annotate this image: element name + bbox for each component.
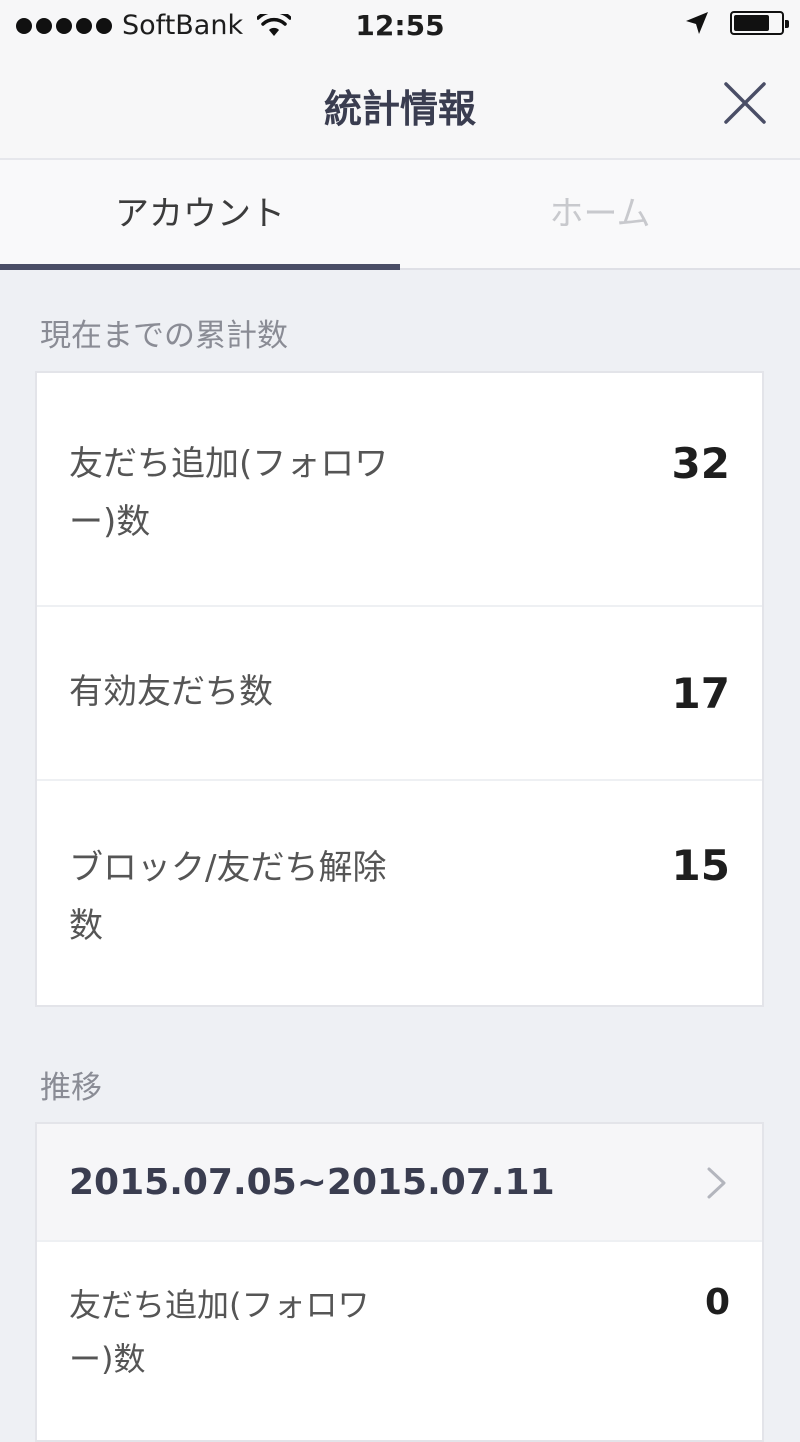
trend-value: 0 — [704, 1282, 730, 1323]
stat-label: ブロック/友だち解除数 — [69, 848, 387, 946]
battery-level — [734, 15, 769, 31]
trend-heading: 推移 — [40, 1070, 102, 1106]
trend-card: 2015.07.05~2015.07.11 友だち追加(フォロワー)数 0 — [35, 1122, 764, 1442]
page-title: 統計情報 — [323, 87, 476, 131]
cumulative-heading: 現在までの累計数 — [40, 318, 288, 354]
stat-value: 32 — [671, 439, 730, 488]
trend-label: 友だち追加(フォロワー)数 — [69, 1286, 370, 1378]
stat-label: 有効友だち数 — [69, 672, 273, 712]
stat-label: 友だち追加(フォロワー)数 — [69, 444, 389, 542]
date-range: 2015.07.05~2015.07.11 — [69, 1162, 555, 1203]
navigation-bar: 統計情報 — [0, 52, 800, 160]
cumulative-card: 友だち追加(フォロワー)数 32 有効友だち数 17 ブロック/友だち解除数 1… — [35, 371, 764, 1007]
close-icon[interactable] — [720, 78, 770, 128]
stat-value: 17 — [671, 669, 730, 718]
trend-row-followers: 友だち追加(フォロワー)数 0 — [37, 1242, 762, 1412]
stat-row-blocked: ブロック/友だち解除数 15 — [37, 781, 762, 1009]
status-bar: SoftBank 12:55 — [0, 0, 800, 52]
stat-value: 15 — [671, 841, 730, 890]
tab-account-label: アカウント — [115, 194, 285, 234]
tab-home-label: ホーム — [549, 194, 651, 234]
stat-row-followers: 友だち追加(フォロワー)数 32 — [37, 373, 762, 607]
status-right — [684, 10, 789, 36]
stat-row-active-friends: 有効友だち数 17 — [37, 607, 762, 781]
battery-icon — [730, 11, 789, 35]
status-time: 12:55 — [355, 9, 445, 42]
tab-bar: アカウント ホーム — [0, 160, 800, 270]
date-range-row[interactable]: 2015.07.05~2015.07.11 — [37, 1124, 762, 1242]
tab-home[interactable]: ホーム — [400, 160, 800, 268]
location-arrow-icon — [686, 12, 708, 34]
active-tab-indicator — [0, 264, 400, 270]
tab-account[interactable]: アカウント — [0, 160, 400, 268]
chevron-right-icon — [707, 1167, 726, 1199]
